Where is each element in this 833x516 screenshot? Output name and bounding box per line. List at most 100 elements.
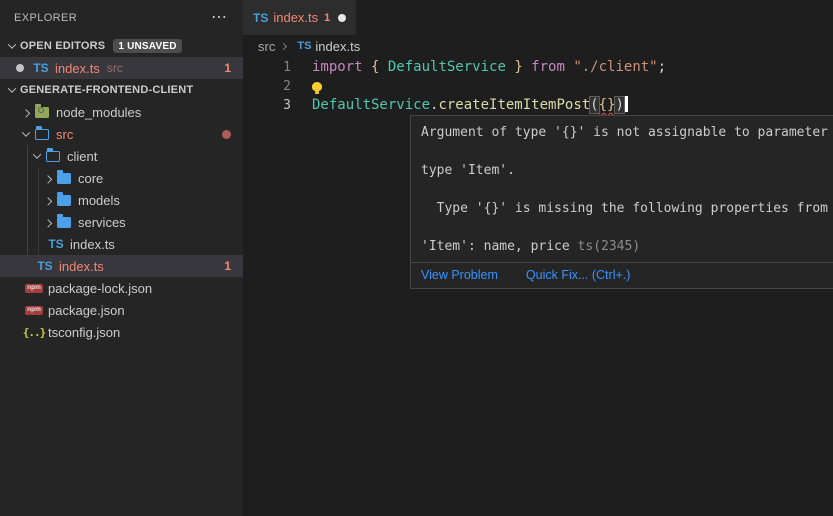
code-area[interactable]: 1 import { DefaultService } from "./clie… — [243, 57, 833, 115]
explorer-header: EXPLORER ⋯ — [0, 0, 243, 35]
tree-row-services[interactable]: services — [0, 211, 243, 233]
semicolon: ; — [658, 59, 666, 75]
json-config-file-icon: {..} — [26, 324, 42, 340]
chevron-right-icon — [277, 40, 289, 52]
chevron-down-icon — [18, 126, 34, 142]
project-section-header[interactable]: GENERATE-FRONTEND-CLIENT — [0, 79, 243, 101]
breadcrumb-dir[interactable]: src — [258, 39, 275, 54]
line-number[interactable]: 2 — [243, 77, 291, 96]
open-editor-item-index-ts[interactable]: TS index.ts src 1 — [0, 57, 243, 79]
typescript-file-icon: TS — [33, 60, 49, 76]
open-editors-label: OPEN EDITORS — [20, 40, 105, 52]
unsaved-count-badge: 1 UNSAVED — [113, 39, 181, 53]
tab-index-ts[interactable]: TS index.ts 1 — [243, 0, 356, 35]
tree-row-package-lock-json[interactable]: npm package-lock.json — [0, 277, 243, 299]
tree-label: models — [78, 193, 120, 208]
error-line-4: 'Item': name, price — [421, 239, 578, 254]
line-number[interactable]: 1 — [243, 58, 291, 77]
tree-label: index.ts — [59, 259, 104, 274]
editor-group: TS index.ts 1 src TS index.ts 1 import {… — [243, 0, 833, 516]
tree-label: client — [67, 149, 97, 164]
chevron-down-icon — [4, 82, 20, 98]
file-tree: node_modules src client core models — [0, 101, 243, 343]
typescript-file-icon: TS — [253, 11, 268, 25]
tree-row-src-index-ts[interactable]: TS index.ts 1 — [0, 255, 243, 277]
error-message: Argument of type '{}' is not assignable … — [411, 116, 833, 262]
tab-file-name: index.ts — [273, 10, 318, 25]
code-line-2[interactable]: 2 — [243, 77, 833, 96]
text-cursor — [625, 96, 628, 112]
tree-row-core[interactable]: core — [0, 167, 243, 189]
npm-file-icon: npm — [26, 302, 42, 318]
breadcrumb: src TS index.ts — [243, 35, 833, 57]
node-modules-folder-icon — [34, 104, 50, 120]
chevron-right-icon — [18, 104, 34, 120]
error-code: ts(2345) — [578, 239, 641, 254]
chevron-right-icon — [40, 170, 56, 186]
folder-icon — [56, 214, 72, 230]
error-count-badge: 1 — [224, 259, 231, 273]
unsaved-dot-icon[interactable] — [338, 14, 346, 22]
view-problem-link[interactable]: View Problem — [421, 268, 498, 282]
open-folder-icon — [34, 126, 50, 142]
error-count-badge: 1 — [224, 61, 231, 75]
tree-row-package-json[interactable]: npm package.json — [0, 299, 243, 321]
class-name: DefaultService — [312, 97, 430, 113]
error-tooltip: Argument of type '{}' is not assignable … — [410, 115, 833, 289]
tree-row-client[interactable]: client — [0, 145, 243, 167]
error-braces: {} — [599, 97, 616, 113]
code-line-1[interactable]: 1 import { DefaultService } from "./clie… — [243, 58, 833, 77]
typescript-file-icon: TS — [297, 40, 311, 52]
module-string: "./client" — [573, 59, 657, 75]
typescript-file-icon: TS — [37, 258, 53, 274]
open-editor-file-description: src — [107, 61, 123, 75]
keyword-from: from — [523, 59, 574, 75]
tab-bar: TS index.ts 1 — [243, 0, 833, 35]
tree-label: index.ts — [70, 237, 115, 252]
tooltip-actions: View Problem Quick Fix... (Ctrl+.) — [411, 262, 833, 288]
tree-label: src — [56, 127, 73, 142]
tree-label: node_modules — [56, 105, 141, 120]
tree-row-client-index-ts[interactable]: TS index.ts — [0, 233, 243, 255]
project-name-label: GENERATE-FRONTEND-CLIENT — [20, 84, 193, 96]
error-line-1: Argument of type '{}' is not assignable … — [421, 125, 833, 140]
tree-label: package-lock.json — [48, 281, 152, 296]
chevron-down-icon — [29, 148, 45, 164]
open-paren-bracket-match: ( — [590, 97, 598, 113]
modified-dot-icon — [16, 64, 24, 72]
tree-label: core — [78, 171, 103, 186]
class-name: DefaultService — [379, 59, 514, 75]
error-dot-badge — [222, 130, 231, 139]
code-line-3[interactable]: 3 DefaultService.createItemItemPost({}) — [243, 96, 833, 115]
tree-label: tsconfig.json — [48, 325, 120, 340]
error-line-2: type 'Item'. — [421, 163, 515, 178]
open-editors-section-header[interactable]: OPEN EDITORS 1 UNSAVED — [0, 35, 243, 57]
more-actions-icon[interactable]: ⋯ — [207, 13, 231, 23]
chevron-right-icon — [40, 192, 56, 208]
quick-fix-link[interactable]: Quick Fix... (Ctrl+.) — [526, 268, 631, 282]
npm-file-icon: npm — [26, 280, 42, 296]
method-name: createItemItemPost — [438, 97, 590, 113]
open-editor-file-name: index.ts — [55, 61, 100, 76]
tree-label: package.json — [48, 303, 125, 318]
open-folder-icon — [45, 148, 61, 164]
tree-row-tsconfig-json[interactable]: {..} tsconfig.json — [0, 321, 243, 343]
keyword-import: import — [312, 59, 371, 75]
folder-icon — [56, 170, 72, 186]
tree-row-src[interactable]: src — [0, 123, 243, 145]
tree-label: services — [78, 215, 126, 230]
explorer-title: EXPLORER — [14, 12, 207, 24]
tree-row-models[interactable]: models — [0, 189, 243, 211]
lightbulb-icon[interactable] — [312, 82, 322, 91]
explorer-sidebar: EXPLORER ⋯ OPEN EDITORS 1 UNSAVED TS ind… — [0, 0, 243, 516]
breadcrumb-file[interactable]: index.ts — [315, 39, 360, 54]
tree-row-node-modules[interactable]: node_modules — [0, 101, 243, 123]
line-number[interactable]: 3 — [243, 96, 291, 115]
tab-error-count-badge: 1 — [324, 12, 330, 24]
close-paren-bracket-match: ) — [615, 97, 623, 113]
chevron-right-icon — [40, 214, 56, 230]
chevron-down-icon — [4, 38, 20, 54]
typescript-file-icon: TS — [48, 236, 64, 252]
folder-icon — [56, 192, 72, 208]
error-line-3: Type '{}' is missing the following prope… — [421, 201, 828, 216]
